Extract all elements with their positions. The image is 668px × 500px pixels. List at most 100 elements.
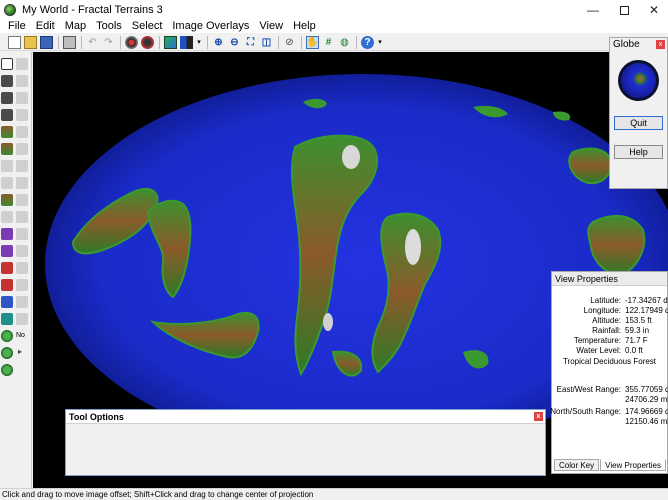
color-scheme-dropdown-icon[interactable]: ▾: [196, 36, 202, 49]
print-icon[interactable]: [63, 35, 76, 49]
app-globe-icon: [4, 4, 16, 16]
toolbar-separator: [356, 35, 357, 49]
layers-icon[interactable]: ◍: [338, 36, 351, 49]
tab-view-properties[interactable]: View Properties: [600, 459, 666, 471]
east-west-range-deg: 355.77059 deg: [625, 385, 668, 394]
menu-view[interactable]: View: [254, 20, 288, 33]
clone-tool-icon[interactable]: [16, 126, 28, 138]
latitude-label: Latitude:: [590, 296, 621, 305]
valley-tool-icon[interactable]: [16, 245, 28, 257]
gradient-tool-icon[interactable]: [16, 194, 28, 206]
magic-wand-tool-icon[interactable]: [1, 92, 13, 104]
new-file-icon[interactable]: [8, 35, 21, 49]
toolbar-separator: [207, 35, 208, 49]
globe-preview[interactable]: [618, 60, 659, 101]
toolbar: ↶ ↷ ▾ ⊕ ⊖ ⛶ ◫ ⊘ ✋ # ◍ ? ▾: [0, 34, 668, 51]
save-icon[interactable]: [40, 35, 53, 49]
select-shape-tool-icon[interactable]: [1, 109, 13, 121]
temperature-row: Temperature: 71.7 F: [552, 336, 667, 346]
temperature-label: Temperature:: [573, 336, 621, 345]
globe-panel-title-text: Globe: [613, 39, 640, 50]
tool-options-title-text: Tool Options: [69, 412, 124, 422]
rect-select-tool-icon[interactable]: [1, 58, 13, 70]
redo-icon[interactable]: ↷: [102, 36, 115, 49]
link-icon[interactable]: ⊘: [283, 36, 296, 49]
crater-tool-icon[interactable]: [16, 211, 28, 223]
lower-terrain-tool-icon[interactable]: [1, 143, 13, 155]
zoom-out-icon[interactable]: ⊖: [228, 36, 241, 49]
more-tools-arrow-icon[interactable]: ▸: [18, 347, 30, 356]
menu-help[interactable]: Help: [288, 20, 321, 33]
help-icon[interactable]: ?: [361, 35, 374, 49]
north-south-range-label: North/South Range:: [550, 407, 621, 416]
view-properties-title: View Properties: [552, 272, 667, 286]
toolbar-separator: [120, 35, 121, 49]
water-level-row: Water Level: 0.0 ft: [552, 346, 667, 356]
river-tool-icon[interactable]: [16, 262, 28, 274]
erode-tool-icon[interactable]: [1, 211, 13, 223]
zoom-in-icon[interactable]: ⊕: [212, 36, 225, 49]
globe-render-icon[interactable]: [141, 35, 154, 49]
globe-help-button[interactable]: Help: [614, 145, 663, 159]
fill-tool-icon[interactable]: [16, 177, 28, 189]
temperature-tool-icon[interactable]: [1, 262, 13, 274]
island-tool-icon[interactable]: [16, 296, 28, 308]
close-window-button[interactable]: ✕: [639, 0, 668, 20]
stamp-tool-icon[interactable]: [16, 109, 28, 121]
menu-image-overlays[interactable]: Image Overlays: [167, 20, 254, 33]
lasso-tool-icon[interactable]: [1, 75, 13, 87]
latitude-value: -17.34267 deg: [625, 296, 668, 305]
ridge-tool-icon[interactable]: [16, 228, 28, 240]
globe-panel-close-button[interactable]: x: [656, 40, 665, 49]
zoom-select-icon[interactable]: ◫: [260, 36, 273, 49]
maximize-button[interactable]: [609, 0, 639, 20]
airbrush-tool-icon[interactable]: [16, 75, 28, 87]
menu-tools[interactable]: Tools: [91, 20, 127, 33]
tool-options-title: Tool Options x: [66, 410, 545, 424]
grid-icon[interactable]: #: [322, 36, 335, 49]
brush-tool-icon[interactable]: [16, 58, 28, 70]
globe-tool-icon[interactable]: [1, 330, 13, 342]
plateau-tool-icon[interactable]: [1, 194, 13, 206]
tool-column-1: [1, 58, 15, 381]
sea-level-tool-icon[interactable]: [1, 313, 13, 325]
longitude-value: 122.17949 deg: [625, 306, 668, 315]
toolbar-separator: [58, 35, 59, 49]
rainfall-tool-icon[interactable]: [1, 245, 13, 257]
menu-file[interactable]: File: [0, 20, 31, 33]
rainfall-value: 59.3 in: [625, 326, 650, 335]
water-tool-icon[interactable]: [1, 296, 13, 308]
noise-tool-icon[interactable]: [16, 92, 28, 104]
help-dropdown-icon[interactable]: ▾: [377, 36, 383, 49]
menu-map[interactable]: Map: [60, 20, 91, 33]
globe-icon[interactable]: [125, 35, 138, 49]
globe-quit-button[interactable]: Quit: [614, 116, 663, 130]
blur-tool-icon[interactable]: [16, 143, 28, 155]
altitude-label: Altitude:: [592, 316, 621, 325]
undo-icon[interactable]: ↶: [86, 36, 99, 49]
hand-pan-icon[interactable]: ✋: [306, 35, 319, 49]
menu-select[interactable]: Select: [127, 20, 168, 33]
sharpen-tool-icon[interactable]: [16, 160, 28, 172]
tool-options-close-button[interactable]: x: [534, 412, 543, 421]
climate-tool-icon[interactable]: [1, 228, 13, 240]
palette-icon[interactable]: [164, 35, 177, 49]
menu-bar: File Edit Map Tools Select Image Overlay…: [0, 20, 668, 33]
world-tool-icon[interactable]: [1, 347, 13, 359]
minimize-button[interactable]: —: [578, 0, 608, 20]
rainfall-row: Rainfall: 59.3 in: [552, 326, 667, 336]
zoom-fit-icon[interactable]: ⛶: [244, 36, 257, 49]
raise-terrain-tool-icon[interactable]: [1, 126, 13, 138]
coast-tool-icon[interactable]: [16, 279, 28, 291]
title-bar: My World - Fractal Terrains 3 — ✕: [0, 0, 668, 20]
menu-edit[interactable]: Edit: [31, 20, 60, 33]
color-scheme-icon[interactable]: [180, 35, 193, 49]
mountain-tool-icon[interactable]: [16, 313, 28, 325]
smooth-terrain-tool-icon[interactable]: [1, 160, 13, 172]
altitude-tool-icon[interactable]: [1, 279, 13, 291]
tab-color-key[interactable]: Color Key: [554, 459, 600, 471]
view-properties-panel: View Properties Latitude: -17.34267 deg …: [550, 271, 668, 474]
open-folder-icon[interactable]: [24, 35, 37, 49]
planet-tool-icon[interactable]: [1, 364, 13, 376]
roughen-terrain-tool-icon[interactable]: [1, 177, 13, 189]
